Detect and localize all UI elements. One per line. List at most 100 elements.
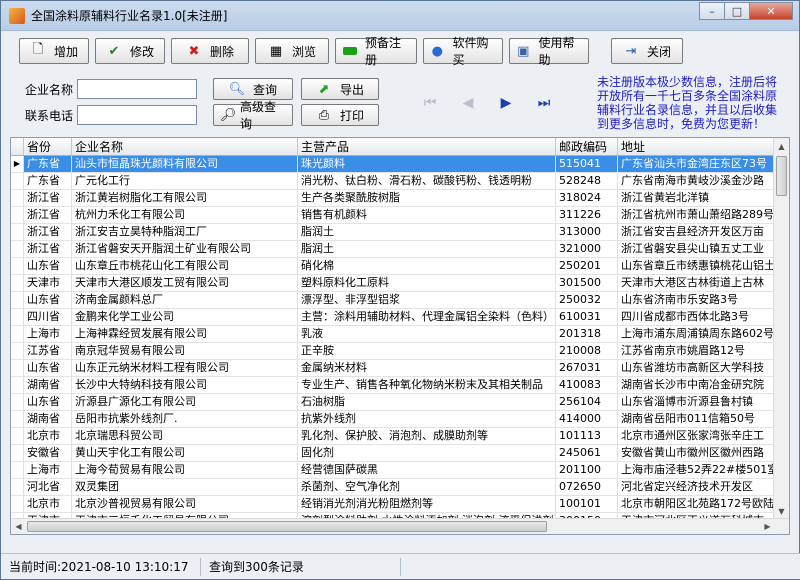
advanced-query-label: 高级查询 — [240, 100, 277, 131]
table-row[interactable]: 江苏省 南京冠华贸易有限公司 正辛胺 210008 江苏省南京市姚眉路12号 — [11, 343, 789, 360]
col-company[interactable]: 企业名称 — [72, 138, 298, 155]
table-cell: 湖南省长沙市中南冶金研究院 — [618, 377, 778, 393]
edit-button[interactable]: ✔ 修改 — [95, 38, 165, 64]
table-cell: 山东章丘市桃花山化工有限公司 — [72, 258, 298, 274]
company-name-input[interactable] — [77, 79, 197, 99]
buy-software-button[interactable]: ● 软件购买 — [423, 36, 503, 67]
exit-icon: ⇥ — [625, 43, 637, 59]
query-label: 查询 — [252, 82, 277, 97]
row-indicator — [11, 479, 24, 495]
table-cell: 杭州力禾化工有限公司 — [72, 207, 298, 223]
table-row[interactable]: 山东省 山东正元纳米材料工程有限公司 金属纳米材料 267031 山东省潍坊市高新区大学… — [11, 360, 789, 377]
table-cell: 北京市通州区张家湾张辛庄工 — [618, 428, 778, 444]
table-row[interactable]: 浙江省 浙江省磐安天开脂润土矿业有限公司 脂润土 321000 浙江省磐安县尖山镇五丈工… — [11, 241, 789, 258]
table-row[interactable]: 山东省 山东章丘市桃花山化工有限公司 硝化棉 250201 山东省章丘市绣惠镇桃花山铝土 — [11, 258, 789, 275]
row-indicator — [11, 309, 24, 325]
table-row[interactable]: 上海市 上海今荀贸易有限公司 经营德国萨碳黑 201100 上海市庙泾巷52弄22#楼5… — [11, 462, 789, 479]
advanced-query-button[interactable]: 🔎︎ 高级查询 — [213, 100, 293, 131]
phone-input[interactable] — [77, 105, 197, 125]
table-row[interactable]: 北京市 北京沙普视贸易有限公司 经销消光剂消光粉阻燃剂等 100101 北京市朝阳区北苑… — [11, 496, 789, 513]
scroll-up-icon[interactable]: ▲ — [774, 139, 789, 154]
query-button[interactable]: 🔍︎ 查询 — [213, 78, 293, 100]
scroll-down-icon[interactable]: ▼ — [774, 504, 789, 519]
close-window-button[interactable]: ✕ — [749, 2, 793, 20]
table-cell: 山东省 — [24, 360, 72, 376]
scroll-right-icon[interactable]: ▶ — [760, 519, 775, 534]
checkmark-icon: ✔ — [108, 43, 120, 59]
table-cell: 山东省 — [24, 394, 72, 410]
col-address[interactable]: 地址 — [618, 138, 778, 155]
help-label: 使用帮助 — [538, 36, 575, 67]
new-document-icon: 🗋 — [32, 42, 44, 57]
table-row[interactable]: 天津市 天津市大港区顺发工贸有限公司 塑料原料化工原料 301500 天津市大港区古林街… — [11, 275, 789, 292]
delete-button[interactable]: ✖ 删除 — [171, 38, 249, 64]
table-row[interactable]: 广东省 广元化工行 消光粉、钛白粉、滑石粉、碳酸钙粉、钱透明粉 528248 广东省南海… — [11, 173, 789, 190]
help-book-icon: ▣ — [517, 43, 530, 59]
table-cell: 100101 — [556, 496, 618, 512]
prev-record-icon[interactable]: ◀ — [459, 95, 477, 111]
table-cell: 410083 — [556, 377, 618, 393]
table-row[interactable]: 浙江省 杭州力禾化工有限公司 销售有机颜料 311226 浙江省杭州市萧山萧绍路289号 — [11, 207, 789, 224]
vertical-scrollbar[interactable]: ▲ ▼ — [773, 138, 789, 520]
horizontal-scroll-thumb[interactable] — [27, 521, 547, 532]
table-cell: 固化剂 — [298, 445, 556, 461]
row-indicator — [11, 173, 24, 189]
table-cell: 广东省南海市黄岐沙溪金沙路 — [618, 173, 778, 189]
minimize-button[interactable]: – — [699, 2, 725, 20]
close-button[interactable]: ⇥ 关闭 — [611, 38, 683, 64]
pre-register-button[interactable]: 预备注册 — [335, 36, 417, 67]
table-row[interactable]: 浙江省 浙江安吉立昊特种脂润工厂 脂润土 313000 浙江省安吉县经济开发区万亩 — [11, 224, 789, 241]
last-record-icon[interactable]: ⏭︎ — [535, 95, 553, 111]
table-row[interactable]: 四川省 金鹏来化学工业公司 主营：涂料用辅助材料、代理金属铝全染料（色料） 61003… — [11, 309, 789, 326]
first-record-icon[interactable]: ⏮︎ — [421, 95, 439, 111]
row-indicator — [11, 190, 24, 206]
table-row[interactable]: 浙江省 浙江黄岩树脂化工有限公司 生产各类聚酰胺树脂 318024 浙江省黄岩北洋镇 — [11, 190, 789, 207]
table-cell: 528248 — [556, 173, 618, 189]
table-cell: 072650 — [556, 479, 618, 495]
table-row[interactable]: 山东省 沂源县广源化工有限公司 石油树脂 256104 山东省淄博市沂源县鲁村镇 — [11, 394, 789, 411]
edit-label: 修改 — [129, 44, 154, 59]
green-key-icon — [342, 43, 357, 59]
col-products[interactable]: 主营产品 — [298, 138, 556, 155]
table-cell: 313000 — [556, 224, 618, 240]
browse-button[interactable]: ▦ 浏览 — [255, 38, 329, 64]
export-button[interactable]: ⬈ 导出 — [301, 78, 379, 100]
table-row[interactable]: 湖南省 岳阳市抗紫外线剂厂. 抗紫外线剂 414000 湖南省岳阳市011信箱50号 — [11, 411, 789, 428]
table-cell: 硝化棉 — [298, 258, 556, 274]
table-row[interactable]: 安徽省 黄山天宇化工有限公司 固化剂 245061 安徽省黄山市徽州区徽州西路 — [11, 445, 789, 462]
col-province[interactable]: 省份 — [24, 138, 72, 155]
table-cell: 浙江省 — [24, 224, 72, 240]
table-cell: 河北省定兴经济技术开发区 — [618, 479, 778, 495]
maximize-button[interactable]: □ — [724, 2, 750, 20]
table-row[interactable]: 北京市 北京瑞思科贸公司 乳化剂、保护胶、消泡剂、成膜助剂等 101113 北京市通州区… — [11, 428, 789, 445]
app-icon — [9, 7, 25, 24]
table-cell: 浙江省杭州市萧山萧绍路289号 — [618, 207, 778, 223]
advanced-search-icon: 🔎︎ — [219, 107, 237, 123]
table-row[interactable]: 湖南省 长沙中大特纳科技有限公司 专业生产、销售各种氧化物纳米粉末及其相关制品 410… — [11, 377, 789, 394]
status-record-count: 查询到300条记录 — [201, 557, 401, 576]
search-icon: 🔍︎ — [228, 81, 246, 97]
next-record-icon[interactable]: ▶ — [497, 95, 515, 111]
data-grid[interactable]: 省份 企业名称 主营产品 邮政编码 地址 ▶ 广东省 汕头市恒晶珠光颜料有限公司 珠光… — [10, 137, 790, 535]
table-cell: 汕头市恒晶珠光颜料有限公司 — [72, 156, 298, 172]
table-row[interactable]: 河北省 双灵集团 杀菌剂、空气净化剂 072650 河北省定兴经济技术开发区 — [11, 479, 789, 496]
add-button[interactable]: 🗋 增加 — [19, 38, 89, 64]
table-row[interactable]: 上海市 上海神霖经贸发展有限公司 乳液 201318 上海市浦东周浦镇周东路602号 — [11, 326, 789, 343]
table-cell: 广东省 — [24, 156, 72, 172]
help-button[interactable]: ▣ 使用帮助 — [509, 36, 589, 67]
table-row[interactable]: ▶ 广东省 汕头市恒晶珠光颜料有限公司 珠光颜料 515041 广东省汕头市金湾庄东区73… — [11, 156, 789, 173]
delete-x-icon: ✖ — [188, 43, 200, 59]
horizontal-scrollbar[interactable]: ◀ ▶ — [11, 518, 789, 534]
export-arrow-icon: ⬈ — [318, 81, 330, 97]
table-cell: 上海市庙泾巷52弄22#楼501室 — [618, 462, 778, 478]
delete-label: 删除 — [209, 44, 234, 59]
scroll-left-icon[interactable]: ◀ — [11, 519, 26, 534]
vertical-scroll-thumb[interactable] — [776, 156, 787, 196]
row-indicator — [11, 411, 24, 427]
col-postcode[interactable]: 邮政编码 — [556, 138, 618, 155]
table-cell: 金属纳米材料 — [298, 360, 556, 376]
table-row[interactable]: 山东省 济南金属颜料总厂 漂浮型、非浮型铝浆 250032 山东省济南市乐安路3号 — [11, 292, 789, 309]
table-cell: 浙江省磐安县尖山镇五丈工业 — [618, 241, 778, 257]
print-button[interactable]: ⎙ 打印 — [301, 104, 379, 126]
table-cell: 乳液 — [298, 326, 556, 342]
